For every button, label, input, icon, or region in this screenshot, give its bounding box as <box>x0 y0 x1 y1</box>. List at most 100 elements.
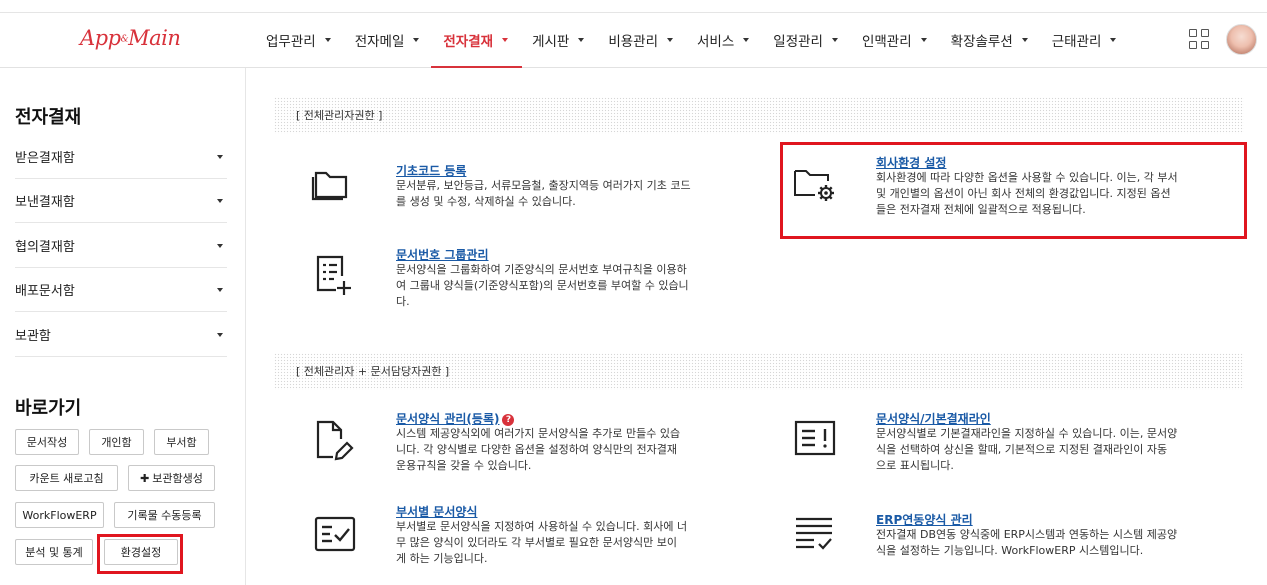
top-divider <box>0 12 1267 13</box>
top-bar: App&Main 업무관리 전자메일 전자결재 게시판 비용관리 서비스 일정관… <box>0 0 1267 68</box>
logo-ampersand: & <box>120 34 129 45</box>
desc-line: 전자결재 DB연동 양식중에 ERP시스템과 연동하는 시스템 제공양 <box>876 528 1178 541</box>
logo-text-2: Main <box>128 26 181 50</box>
approval-line-desc: 문서양식별로 기본결재라인을 지정하실 수 있습니다. 이는, 문서양 식을 선… <box>876 426 1177 474</box>
document-list-add-icon <box>316 255 351 295</box>
highlight-box-settings <box>97 534 183 574</box>
doc-number-link[interactable]: 문서번호 그룹관리 <box>396 246 489 263</box>
nav-item-service[interactable]: 서비스 <box>685 28 761 52</box>
caret-down-icon <box>413 38 420 42</box>
nav-item-email[interactable]: 전자메일 <box>343 28 432 52</box>
caret-down-icon <box>502 38 509 42</box>
nav-label: 확장솔루션 <box>950 34 1013 50</box>
sidebar-item-consult[interactable]: 협의결재함 <box>15 224 227 268</box>
desc-line: 여 그룹내 양식들(기준양식포함)의 문서번호를 부여할 수 있습니 <box>396 279 689 292</box>
logo-text: App <box>80 26 121 50</box>
checklist-document-icon <box>314 516 356 552</box>
desc-line: 으로 표시됩니다. <box>876 459 954 472</box>
nav-item-contacts[interactable]: 인맥관리 <box>850 28 939 52</box>
sidebar-title: 전자결재 <box>15 107 82 128</box>
document-edit-icon <box>316 420 354 461</box>
section-header-admin-docmanager: [ 전체관리자 + 문서담당자권한 ] <box>274 353 1244 390</box>
desc-line: 니다. 각 양식별로 다양한 옵션을 설정하여 양식만의 전자결재 <box>396 443 677 456</box>
form-manage-link[interactable]: 문서양식 관리(등록)? <box>396 410 515 427</box>
sidebar-item-archive[interactable]: 보관함 <box>15 313 227 357</box>
nav-item-attendance[interactable]: 근태관리 <box>1040 28 1129 52</box>
approval-line-link[interactable]: 문서양식/기본결재라인 <box>876 410 991 427</box>
nav-label: 전자메일 <box>354 34 405 50</box>
nav-label: 전자결재 <box>443 34 494 50</box>
desc-line: 다. <box>396 295 410 308</box>
shortcut-create-archive-button[interactable]: ✚ 보관함생성 <box>128 465 215 491</box>
nav-item-approval-work[interactable]: 업무관리 <box>254 28 343 52</box>
nav-label: 게시판 <box>532 34 570 50</box>
nav-label: 근태관리 <box>1051 34 1102 50</box>
sidebar-item-distributed[interactable]: 배포문서함 <box>15 268 227 312</box>
desc-line: 를 생성 및 수정, 삭제하실 수 있습니다. <box>396 195 576 208</box>
nav-label: 비용관리 <box>608 34 659 50</box>
nav-item-expense[interactable]: 비용관리 <box>596 28 685 52</box>
caret-down-icon <box>743 38 750 42</box>
sidebar-item-label: 보낸결재함 <box>15 195 75 210</box>
dept-form-link[interactable]: 부서별 문서양식 <box>396 503 477 520</box>
desc-line: 식을 설정하는 기능입니다. WorkFlowERP 시스템입니다. <box>876 544 1144 557</box>
nav-item-extensions[interactable]: 확장솔루션 <box>939 28 1040 52</box>
nav-item-e-approval[interactable]: 전자결재 <box>431 28 520 52</box>
main-nav: 업무관리 전자메일 전자결재 게시판 비용관리 서비스 일정관리 인맥관리 확장… <box>254 28 1128 52</box>
erp-form-desc: 전자결재 DB연동 양식중에 ERP시스템과 연동하는 시스템 제공양 식을 설… <box>876 527 1177 559</box>
button-label: 보관함생성 <box>152 472 203 485</box>
basic-code-desc: 문서분류, 보안등급, 서류모음철, 출장지역등 여러가지 기초 코드 를 생성… <box>396 178 691 210</box>
caret-down-icon <box>217 154 223 159</box>
nav-label: 서비스 <box>697 34 735 50</box>
sidebar: 전자결재 받은결재함 보낸결재함 협의결재함 배포문서함 보관함 바로가기 문서… <box>0 68 246 585</box>
caret-down-icon <box>217 332 223 337</box>
caret-down-icon <box>920 38 927 42</box>
desc-line: 부서별로 문서양식을 지정하여 사용하실 수 있습니다. 회사에 너 <box>396 520 688 533</box>
folder-icon <box>311 171 348 201</box>
shortcut-compose-button[interactable]: 문서작성 <box>15 429 79 455</box>
caret-down-icon <box>324 38 331 42</box>
desc-line: 시스템 제공양식외에 여러가지 문서양식을 추가로 만들수 있습 <box>396 427 681 440</box>
nav-item-schedule[interactable]: 일정관리 <box>761 28 850 52</box>
doc-number-desc: 문서양식을 그룹화하여 기준양식의 문서번호 부여규칙을 이용하 여 그룹내 양… <box>396 262 689 310</box>
erp-form-link[interactable]: ERP연동양식 관리 <box>876 511 973 528</box>
desc-line: 식을 선택하여 상신을 할때, 기본적으로 지정된 결재라인이 자동 <box>876 443 1168 456</box>
desc-line: 문서양식별로 기본결재라인을 지정하실 수 있습니다. 이는, 문서양 <box>876 427 1178 440</box>
sidebar-item-received[interactable]: 받은결재함 <box>15 135 227 179</box>
shortcut-department-button[interactable]: 부서함 <box>154 429 209 455</box>
shortcut-workflowerp-button[interactable]: WorkFlowERP <box>15 502 104 528</box>
main-content: [ 전체관리자권한 ] 기초코드 등록 문서분류, 보안등급, 서류모음철, 출… <box>247 68 1267 585</box>
form-manage-title: 문서양식 관리(등록) <box>396 412 500 426</box>
desc-line: 문서분류, 보안등급, 서류모음철, 출장지역등 여러가지 기초 코드 <box>396 179 691 192</box>
plus-icon: ✚ <box>140 471 150 485</box>
caret-down-icon <box>217 198 223 203</box>
user-avatar[interactable] <box>1226 24 1257 55</box>
caret-down-icon <box>1021 38 1028 42</box>
desc-line: 문서양식을 그룹화하여 기준양식의 문서번호 부여규칙을 이용하 <box>396 263 687 276</box>
sidebar-item-label: 받은결재함 <box>15 151 75 166</box>
nav-item-board[interactable]: 게시판 <box>520 28 596 52</box>
caret-down-icon <box>578 38 585 42</box>
section-header-admin: [ 전체관리자권한 ] <box>274 97 1244 134</box>
app-logo[interactable]: App&Main <box>80 26 181 50</box>
caret-down-icon <box>217 287 223 292</box>
dept-form-desc: 부서별로 문서양식을 지정하여 사용하실 수 있습니다. 회사에 너 무 많은 … <box>396 519 687 567</box>
caret-down-icon <box>217 243 223 248</box>
apps-grid-icon[interactable] <box>1189 29 1210 50</box>
highlight-box-company-env <box>780 142 1247 239</box>
nav-label: 일정관리 <box>773 34 823 50</box>
approval-line-icon <box>794 420 836 456</box>
shortcut-refresh-count-button[interactable]: 카운트 새로고침 <box>15 465 118 491</box>
caret-down-icon <box>1110 38 1117 42</box>
caret-down-icon <box>831 38 838 42</box>
sidebar-item-label: 협의결재함 <box>15 240 75 255</box>
nav-label: 인맥관리 <box>861 34 912 50</box>
form-manage-desc: 시스템 제공양식외에 여러가지 문서양식을 추가로 만들수 있습 니다. 각 양… <box>396 426 680 474</box>
shortcut-personal-button[interactable]: 개인함 <box>89 429 144 455</box>
shortcut-manual-record-button[interactable]: 기록물 수동등록 <box>114 502 215 528</box>
sidebar-item-sent[interactable]: 보낸결재함 <box>15 179 227 223</box>
help-icon[interactable]: ? <box>502 414 515 426</box>
sidebar-item-label: 배포문서함 <box>15 284 75 299</box>
shortcut-statistics-button[interactable]: 분석 및 통계 <box>15 539 93 565</box>
basic-code-link[interactable]: 기초코드 등록 <box>396 162 466 179</box>
